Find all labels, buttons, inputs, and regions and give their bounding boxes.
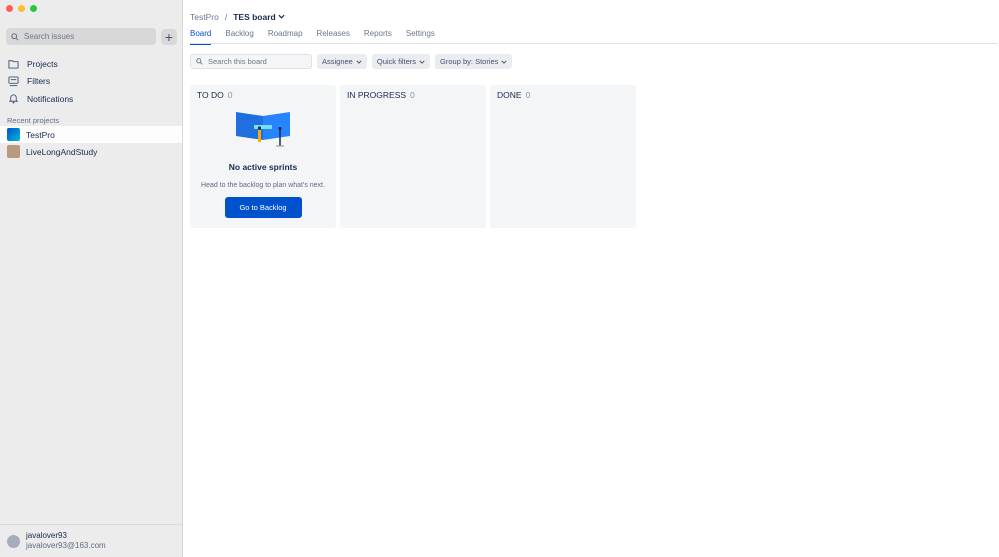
board-toolbar: Assignee Quick filters Group by: Stories <box>190 54 513 69</box>
sidebar-item-label: Notifications <box>27 93 74 104</box>
board-title: TES board <box>233 12 276 22</box>
chevron-down-icon <box>419 60 425 64</box>
user-email: javalover93@163.com <box>26 541 106 550</box>
sidebar-item-label: Projects <box>27 58 58 69</box>
maximize-window-button[interactable] <box>30 5 37 12</box>
quick-filters-dropdown[interactable]: Quick filters <box>371 54 431 69</box>
search-issues-input[interactable] <box>24 32 144 41</box>
sidebar-item-projects[interactable]: Projects <box>0 55 182 72</box>
column-title: DONE <box>497 90 522 100</box>
column-header: TO DO 0 <box>190 85 336 105</box>
column-count: 0 <box>227 90 233 100</box>
search-icon <box>11 32 19 41</box>
project-label: TestPro <box>26 129 55 140</box>
empty-state-title: No active sprints <box>228 162 298 172</box>
group-by-dropdown[interactable]: Group by: Stories <box>435 54 513 69</box>
close-window-button[interactable] <box>6 5 13 12</box>
dropdown-label: Quick filters <box>376 57 417 66</box>
column-in-progress: IN PROGRESS 0 <box>340 85 486 228</box>
search-icon <box>196 58 203 65</box>
recent-projects-heading: Recent projects <box>7 116 60 125</box>
avatar <box>7 534 20 548</box>
project-avatar <box>7 145 20 158</box>
project-avatar <box>7 128 20 141</box>
dropdown-label: Assignee <box>322 57 353 66</box>
column-title: IN PROGRESS <box>347 90 407 100</box>
chevron-down-icon <box>278 14 285 19</box>
main-content: TestPro / TES board Board Backlog Roadma… <box>184 0 999 557</box>
assignee-dropdown[interactable]: Assignee <box>317 54 367 69</box>
board-columns: TO DO 0 No active sprints Head to the ba… <box>190 85 636 228</box>
board-search-box[interactable] <box>190 54 312 69</box>
column-count: 0 <box>410 90 415 100</box>
sidebar-item-notifications[interactable]: Notifications <box>0 90 182 107</box>
tabs-divider <box>190 43 998 44</box>
column-todo: TO DO 0 No active sprints Head to the ba… <box>190 85 336 228</box>
projects-icon <box>8 60 19 69</box>
window-controls <box>6 5 37 12</box>
user-profile[interactable]: javalover93 javalover93@163.com <box>0 524 182 557</box>
search-issues-box[interactable] <box>6 28 156 45</box>
board-search-input[interactable] <box>208 57 308 66</box>
sidebar-item-label: Filters <box>27 76 51 86</box>
sidebar: + Projects Filters Notifications Recent … <box>0 0 183 557</box>
go-to-backlog-button[interactable]: Go to Backlog <box>224 197 302 218</box>
column-title: TO DO <box>197 90 224 100</box>
empty-state-description: Head to the backlog to plan what's next. <box>201 182 325 189</box>
recent-projects-list: TestPro LiveLongAndStudy <box>0 126 182 160</box>
minimize-window-button[interactable] <box>18 5 25 12</box>
create-issue-button[interactable]: + <box>161 28 177 45</box>
chevron-down-icon <box>356 60 362 64</box>
breadcrumb-project-link[interactable]: TestPro <box>190 12 219 22</box>
column-done: DONE 0 <box>490 85 636 228</box>
plus-icon: + <box>164 28 174 45</box>
chevron-down-icon <box>501 60 507 64</box>
project-label: LiveLongAndStudy <box>26 146 98 157</box>
no-sprints-illustration <box>234 110 292 150</box>
column-count: 0 <box>525 90 531 100</box>
breadcrumb: TestPro / TES board <box>190 12 285 22</box>
project-item-livelongandstudy[interactable]: LiveLongAndStudy <box>0 143 182 160</box>
empty-state: No active sprints Head to the backlog to… <box>190 107 336 218</box>
column-header: IN PROGRESS 0 <box>340 85 486 105</box>
bell-icon <box>8 94 19 104</box>
filters-icon <box>8 75 19 86</box>
sidebar-nav: Projects Filters Notifications <box>0 55 182 108</box>
sidebar-item-filters[interactable]: Filters <box>0 73 182 90</box>
column-header: DONE 0 <box>490 85 636 105</box>
breadcrumb-separator: / <box>224 12 228 22</box>
project-item-testpro[interactable]: TestPro <box>0 126 182 143</box>
board-selector[interactable]: TES board <box>233 12 285 22</box>
search-row: + <box>6 28 177 45</box>
user-name: javalover93 <box>26 531 67 540</box>
dropdown-label: Group by: Stories <box>440 57 499 66</box>
